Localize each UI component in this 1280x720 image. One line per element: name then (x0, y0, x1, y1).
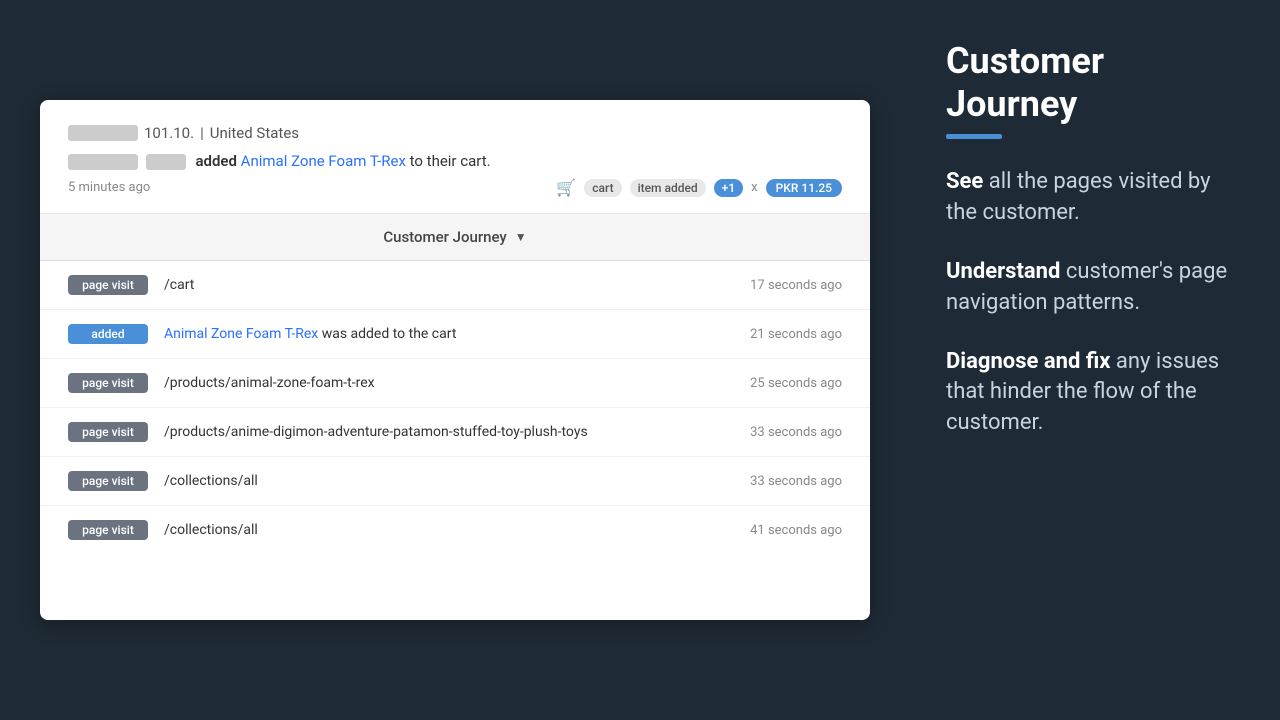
ip-separator: | (200, 124, 204, 142)
time-ago: 5 minutes ago (68, 180, 150, 195)
left-panel: 101.10. | United States added Animal Zon… (0, 0, 910, 720)
journey-path-5: /collections/all (164, 522, 734, 538)
journey-header-title: Customer Journey (383, 228, 506, 246)
journey-item-0: page visit /cart 17 seconds ago (40, 261, 870, 310)
dropdown-arrow-icon: ▼ (515, 230, 527, 244)
badge-plus1: +1 (714, 179, 743, 197)
description-block-2: Diagnose and fix any issues that hinder … (946, 347, 1244, 439)
journey-path-1: Animal Zone Foam T-Rex was added to the … (164, 326, 734, 342)
journey-time-0: 17 seconds ago (750, 278, 842, 293)
user-blur-2 (146, 154, 186, 170)
tag-page-visit-2: page visit (68, 373, 148, 393)
journey-item-4: page visit /collections/all 33 seconds a… (40, 457, 870, 506)
location-text: United States (210, 124, 299, 142)
ip-address-blur (68, 125, 138, 141)
journey-item-2: page visit /products/animal-zone-foam-t-… (40, 359, 870, 408)
journey-time-2: 25 seconds ago (750, 376, 842, 391)
badge-cart: cart (584, 179, 621, 197)
bold-2: Diagnose and fix (946, 349, 1110, 374)
activity-line: added Animal Zone Foam T-Rex to their ca… (68, 152, 842, 170)
journey-time-1: 21 seconds ago (750, 327, 842, 342)
journey-path-0: /cart (164, 277, 734, 293)
ip-location-row: 101.10. | United States (68, 124, 842, 142)
journey-time-5: 41 seconds ago (750, 523, 842, 538)
badge-item-added: item added (630, 179, 706, 197)
bold-0: See (946, 169, 983, 194)
journey-item-1: added Animal Zone Foam T-Rex was added t… (40, 310, 870, 359)
rest-0: all the pages visited by the customer. (946, 169, 1211, 225)
ip-text: 101.10. (144, 124, 194, 142)
tag-added-1: added (68, 324, 148, 344)
journey-list: page visit /cart 17 seconds ago added An… (40, 261, 870, 554)
section-title: Customer Journey (946, 40, 1244, 126)
journey-path-4: /collections/all (164, 473, 734, 489)
tag-page-visit-0: page visit (68, 275, 148, 295)
action-text: added (195, 152, 236, 170)
journey-toggle[interactable]: Customer Journey ▼ (40, 214, 870, 261)
activity-card: 101.10. | United States added Animal Zon… (40, 100, 870, 620)
journey-time-3: 33 seconds ago (750, 425, 842, 440)
tag-page-visit-4: page visit (68, 471, 148, 491)
bold-1: Understand (946, 259, 1060, 284)
added-product-link[interactable]: Animal Zone Foam T-Rex (164, 326, 318, 342)
description-text-0: See all the pages visited by the custome… (946, 167, 1244, 229)
meta-x: x (751, 180, 757, 195)
description-text-2: Diagnose and fix any issues that hinder … (946, 347, 1244, 439)
card-header: 101.10. | United States added Animal Zon… (40, 100, 870, 214)
user-blur-1 (68, 154, 138, 170)
cart-icon: 🛒 (556, 178, 576, 197)
tag-page-visit-3: page visit (68, 422, 148, 442)
badge-price: PKR 11.25 (766, 179, 842, 197)
journey-path-3: /products/anime-digimon-adventure-patamo… (164, 424, 734, 440)
tag-page-visit-5: page visit (68, 520, 148, 540)
journey-path-2: /products/animal-zone-foam-t-rex (164, 375, 734, 391)
right-panel: Customer Journey See all the pages visit… (910, 0, 1280, 720)
description-block-1: Understand customer's page navigation pa… (946, 257, 1244, 319)
description-block-0: See all the pages visited by the custome… (946, 167, 1244, 229)
journey-item-3: page visit /products/anime-digimon-adven… (40, 408, 870, 457)
journey-time-4: 33 seconds ago (750, 474, 842, 489)
meta-row: 5 minutes ago 🛒 cart item added +1 x PKR… (68, 178, 842, 197)
added-suffix: was added to the cart (322, 326, 457, 342)
tail-text: to their cart. (410, 152, 491, 170)
accent-bar (946, 134, 1002, 139)
journey-item-5: page visit /collections/all 41 seconds a… (40, 506, 870, 554)
product-link[interactable]: Animal Zone Foam T-Rex (241, 152, 406, 170)
description-text-1: Understand customer's page navigation pa… (946, 257, 1244, 319)
